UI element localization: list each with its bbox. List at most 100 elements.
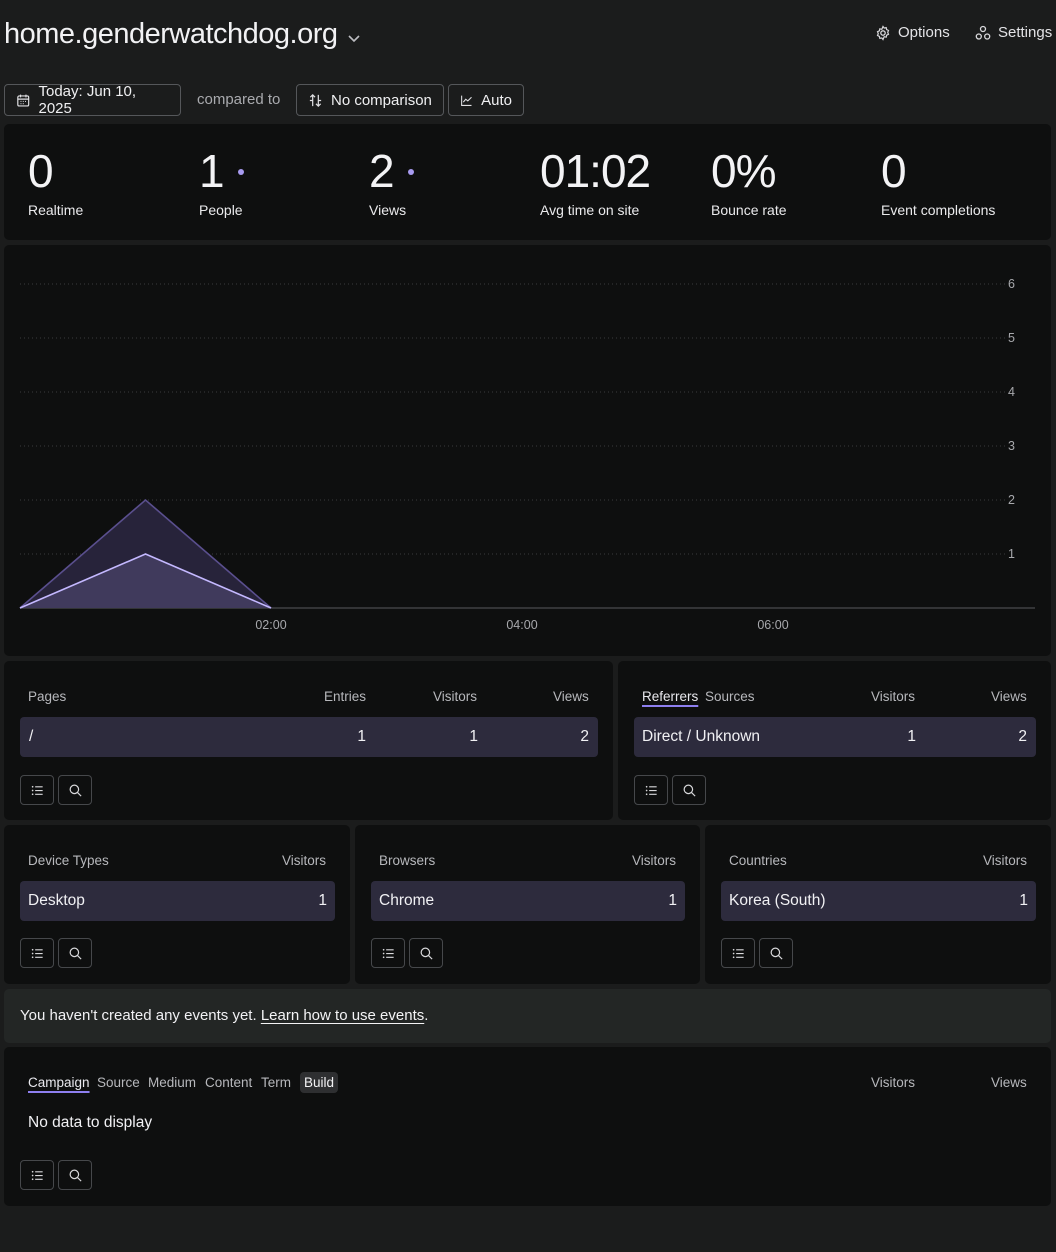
- compare-arrows-icon: [309, 93, 322, 107]
- browser-name: Chrome: [379, 892, 435, 909]
- stat-value: 1: [199, 148, 244, 194]
- referrers-search-button[interactable]: [672, 775, 706, 805]
- search-icon: [420, 947, 433, 960]
- referrers-panel: Referrers Sources Visitors Views Direct …: [618, 661, 1051, 820]
- y-tick-label: 4: [1008, 385, 1015, 399]
- pages-panel: Pages Entries Visitors Views / 1 1 2: [4, 661, 613, 820]
- tab-term[interactable]: Term: [261, 1075, 291, 1090]
- search-icon: [69, 1169, 82, 1182]
- countries-col-visitors: Visitors: [983, 853, 1028, 868]
- devices-title: Device Types: [28, 853, 109, 868]
- referrers-list-button[interactable]: [634, 775, 668, 805]
- y-tick-label: 2: [1008, 493, 1015, 507]
- countries-panel: Countries Visitors Korea (South) 1: [705, 825, 1051, 984]
- calendar-icon: [17, 94, 30, 107]
- compared-to-label: compared to: [197, 91, 281, 108]
- tab-source[interactable]: Source: [97, 1075, 140, 1090]
- pages-col-visitors: Visitors: [433, 689, 478, 704]
- tab-referrers[interactable]: Referrers: [642, 689, 698, 704]
- list-icon: [31, 785, 43, 795]
- device-visitors: 1: [318, 892, 327, 909]
- campaign-panel: Campaign Source Medium Content Term Buil…: [4, 1047, 1051, 1206]
- settings-label: Settings: [998, 24, 1053, 41]
- search-icon: [69, 947, 82, 960]
- settings-button[interactable]: Settings: [975, 24, 1052, 41]
- campaign-list-button[interactable]: [20, 1160, 54, 1190]
- stat-views[interactable]: 2 Views: [369, 148, 414, 218]
- stat-label: Event completions: [881, 202, 996, 218]
- browsers-list-button[interactable]: [371, 938, 405, 968]
- stat-people[interactable]: 1 People: [199, 148, 244, 218]
- campaign-search-button[interactable]: [58, 1160, 92, 1190]
- date-range-label: Today: Jun 10, 2025: [38, 83, 137, 117]
- stat-value: 0: [28, 148, 83, 194]
- tab-build[interactable]: Build: [300, 1072, 339, 1093]
- countries-list-button[interactable]: [721, 938, 755, 968]
- learn-events-link[interactable]: Learn how to use events: [261, 1007, 424, 1024]
- y-tick-label: 5: [1008, 331, 1015, 345]
- table-row[interactable]: / 1 1 2: [20, 717, 598, 757]
- stat-number: 01:02: [540, 145, 651, 197]
- stat-bounce-rate[interactable]: 0% Bounce rate: [711, 148, 787, 218]
- list-icon: [31, 948, 43, 958]
- search-icon: [69, 784, 82, 797]
- stat-number: 1: [199, 145, 225, 197]
- line-chart-icon: [461, 95, 472, 106]
- options-label: Options: [898, 24, 950, 41]
- browsers-col-visitors: Visitors: [632, 853, 677, 868]
- x-tick-label: 02:00: [255, 618, 286, 632]
- tab-medium[interactable]: Medium: [148, 1075, 196, 1090]
- pages-list-button[interactable]: [20, 775, 54, 805]
- list-icon: [31, 1170, 43, 1180]
- country-name: Korea (South): [729, 892, 826, 909]
- stat-avg-time-on-site[interactable]: 01:02 Avg time on site: [540, 145, 651, 218]
- comparison-button[interactable]: No comparison: [296, 84, 444, 116]
- browsers-title: Browsers: [379, 853, 436, 868]
- devices-search-button[interactable]: [58, 938, 92, 968]
- pages-title: Pages: [28, 689, 67, 704]
- events-notice-end: .: [424, 1007, 429, 1024]
- tab-sources[interactable]: Sources: [705, 689, 755, 704]
- page-path: /: [29, 728, 34, 745]
- interval-button[interactable]: Auto: [448, 84, 524, 116]
- table-row[interactable]: Direct / Unknown 1 2: [634, 717, 1036, 757]
- search-icon: [770, 947, 783, 960]
- list-icon: [732, 948, 744, 958]
- devices-col-visitors: Visitors: [282, 853, 327, 868]
- table-row[interactable]: Korea (South) 1: [721, 881, 1036, 921]
- tab-content[interactable]: Content: [205, 1075, 252, 1090]
- referrer-name: Direct / Unknown: [642, 728, 761, 745]
- options-button[interactable]: Options: [875, 24, 950, 41]
- stat-label: Views: [369, 202, 407, 218]
- stat-number: 0: [881, 145, 907, 197]
- page-visitors: 1: [469, 728, 478, 745]
- date-range-button[interactable]: Today: Jun 10, 2025: [4, 83, 181, 117]
- devices-list-button[interactable]: [20, 938, 54, 968]
- site-name: home.genderwatchdog.org: [4, 18, 338, 50]
- gear-icon: [876, 24, 890, 41]
- countries-title: Countries: [729, 853, 787, 868]
- stat-label: Avg time on site: [540, 202, 640, 218]
- stat-realtime[interactable]: 0 Realtime: [28, 148, 83, 218]
- y-tick-label: 1: [1008, 547, 1015, 561]
- referrers-col-views: Views: [991, 689, 1027, 704]
- countries-search-button[interactable]: [759, 938, 793, 968]
- traffic-chart: 1 2 3 4 5 6 02:00 04:00 06:00: [19, 277, 1035, 632]
- campaign-empty-message: No data to display: [28, 1114, 153, 1131]
- browsers-search-button[interactable]: [409, 938, 443, 968]
- tab-campaign[interactable]: Campaign: [28, 1075, 90, 1090]
- stat-event-completions[interactable]: 0 Event completions: [881, 148, 995, 218]
- table-row[interactable]: Desktop 1: [20, 881, 335, 921]
- interval-label: Auto: [481, 91, 512, 109]
- browsers-panel: Browsers Visitors Chrome 1: [355, 825, 700, 984]
- pages-search-button[interactable]: [58, 775, 92, 805]
- table-row[interactable]: Chrome 1: [371, 881, 685, 921]
- referrer-visitors: 1: [907, 728, 916, 745]
- device-name: Desktop: [28, 892, 85, 909]
- series-dot-icon: [407, 169, 414, 175]
- page-entries: 1: [357, 728, 366, 745]
- referrers-col-visitors: Visitors: [871, 689, 916, 704]
- site-switcher[interactable]: home.genderwatchdog.org: [4, 18, 362, 51]
- y-tick-label: 6: [1008, 277, 1015, 291]
- stat-value: 0%: [711, 148, 787, 194]
